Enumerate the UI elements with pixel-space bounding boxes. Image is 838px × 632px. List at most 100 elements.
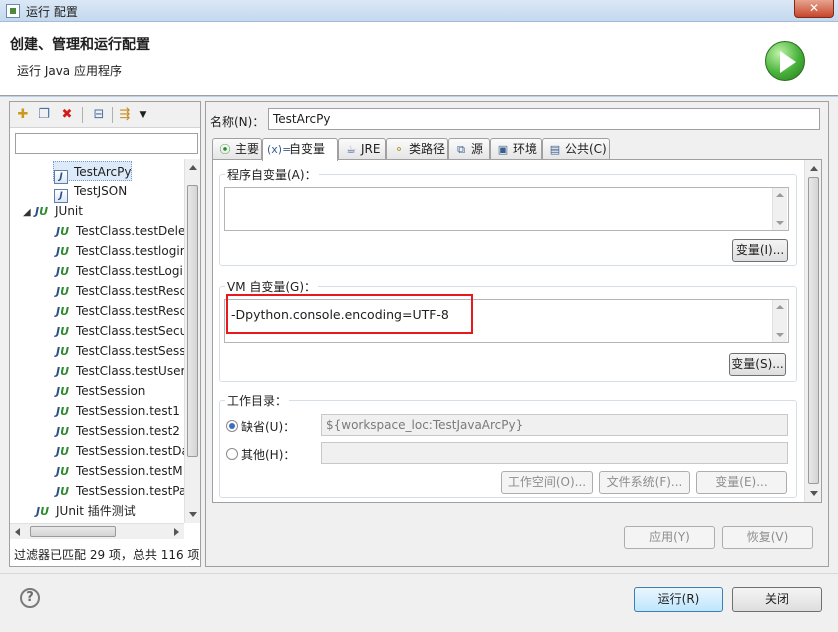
tree-item-testjson[interactable]: J TestJSON [54, 181, 127, 203]
source-tab-icon: ⧉ [457, 143, 465, 156]
tree-item-junit-plugin[interactable]: JU JUnit 插件测试 [36, 501, 136, 521]
tab-arguments[interactable]: (x)=自变量 [262, 138, 338, 161]
default-dir-label: 缺省(U)： [241, 420, 296, 434]
duplicate-config-icon[interactable]: ❐ [35, 106, 53, 124]
vm-args-label: VM 自变量(G)： [225, 278, 319, 295]
toolbar-separator [82, 107, 83, 123]
tab-main[interactable]: ⦿ 主要 [212, 138, 262, 160]
scroll-up-icon[interactable] [810, 166, 818, 171]
collapse-all-icon[interactable]: ⊟ [90, 106, 108, 124]
program-args-label: 程序自变量(A)： [225, 166, 319, 183]
scroll-down-icon[interactable] [810, 491, 818, 496]
arguments-tab-icon: (x)= [267, 143, 292, 156]
vm-args-scrollbar[interactable] [772, 300, 787, 342]
help-icon[interactable]: ? [20, 588, 40, 608]
scroll-down-icon[interactable] [189, 512, 197, 517]
junit-icon: JU [56, 245, 70, 258]
tab-source[interactable]: ⧉ 源 [448, 138, 490, 160]
dialog-header: 创建、管理和运行配置 运行 Java 应用程序 [0, 22, 838, 96]
filesystem-button[interactable]: 文件系统(F)... [599, 471, 690, 494]
apply-button[interactable]: 应用(Y) [624, 526, 715, 549]
junit-icon: JU [56, 225, 70, 238]
tree-item[interactable]: JU TestClass.testResc [56, 281, 184, 301]
tree-item[interactable]: JU TestClass.testSecu [56, 321, 184, 341]
filter-input[interactable] [15, 133, 198, 154]
delete-config-icon[interactable]: ✖ [58, 106, 76, 124]
dialog-footer: ? 运行(R) 关闭 [0, 573, 838, 632]
junit-icon: JU [56, 285, 70, 298]
junit-icon: JU [56, 265, 70, 278]
tree-item[interactable]: JU TestSession.testPa [56, 481, 184, 501]
close-button[interactable]: 关闭 [732, 587, 822, 612]
filter-status-text: 过滤器已匹配 29 项，总共 116 项 [14, 548, 200, 562]
name-label: 名称(N)： [210, 115, 265, 129]
other-dir-radio[interactable] [226, 448, 238, 460]
tree-item[interactable]: JU TestClass.testlogin [56, 241, 184, 261]
tab-jre[interactable]: ☕ JRE [338, 138, 386, 160]
junit-icon: JU [56, 305, 70, 318]
expand-arrow-icon[interactable]: ◢ [23, 203, 35, 223]
tree-item[interactable]: JU TestSession.testDa [56, 441, 184, 461]
tab-common[interactable]: ▤ 公共(C) [542, 138, 610, 160]
default-dir-radio[interactable] [226, 420, 238, 432]
junit-icon: JU [56, 405, 70, 418]
tree-item[interactable]: JU TestSession.test1 [56, 401, 180, 421]
run-banner-icon [765, 41, 805, 81]
scrollbar-thumb[interactable] [808, 177, 819, 484]
jre-tab-icon: ☕ [346, 143, 356, 156]
dialog-subtitle: 运行 Java 应用程序 [17, 64, 122, 78]
program-args-scrollbar[interactable] [772, 188, 787, 230]
title-bar: 运行 配置 ✕ [0, 0, 838, 22]
run-config-app-icon [6, 4, 20, 18]
vm-vars-button[interactable]: 变量(S)... [729, 353, 786, 376]
tree-horizontal-scrollbar[interactable] [10, 523, 184, 539]
config-list-panel: ✚ ❐ ✖ ⊟ ⇶ ▼ J TestArcPy J TestJSON ◢ JU JUni… [9, 101, 201, 567]
variables-button[interactable]: 变量(E)... [696, 471, 787, 494]
tab-vertical-scrollbar[interactable] [804, 160, 821, 502]
program-vars-button[interactable]: 变量(I)... [732, 239, 788, 262]
tree-item[interactable]: JU TestClass.testLogi [56, 261, 183, 281]
junit-icon: JU [56, 485, 70, 498]
scroll-up-icon[interactable] [189, 165, 197, 170]
window-close-button[interactable]: ✕ [794, 0, 834, 18]
tree-vertical-scrollbar[interactable] [184, 159, 200, 523]
filter-menu-chevron-down-icon[interactable]: ▼ [134, 106, 152, 124]
junit-icon: JU [56, 345, 70, 358]
revert-button[interactable]: 恢复(V) [722, 526, 813, 549]
dialog-body: ✚ ❐ ✖ ⊟ ⇶ ▼ J TestArcPy J TestJSON ◢ JU JUni… [0, 97, 838, 573]
toolbar-separator [112, 107, 113, 123]
tree-item[interactable]: JU TestSession [56, 381, 145, 401]
classpath-tab-icon: ⚬ [394, 143, 404, 156]
scrollbar-thumb[interactable] [187, 185, 198, 457]
tree-item[interactable]: JU TestSession.test2 [56, 421, 180, 441]
program-args-textarea[interactable] [224, 187, 789, 231]
scroll-left-icon[interactable] [15, 528, 20, 536]
tree-item[interactable]: JU TestClass.testDele [56, 221, 184, 241]
junit-icon: JU [56, 365, 70, 378]
junit-icon: JU [56, 385, 70, 398]
config-editor-panel: 名称(N)： TestArcPy ⦿ 主要 (x)=自变量 ☕ JRE ⚬ 类路径 ⧉… [205, 101, 829, 567]
new-config-icon[interactable]: ✚ [14, 106, 32, 124]
main-tab-icon: ⦿ [219, 143, 231, 156]
other-dir-input [321, 442, 788, 464]
other-dir-label: 其他(H)： [241, 448, 296, 462]
tree-item-junit[interactable]: ◢ JU JUnit [23, 201, 83, 221]
tab-classpath[interactable]: ⚬ 类路径 [386, 138, 448, 160]
run-button[interactable]: 运行(R) [634, 587, 723, 612]
tab-environment[interactable]: ▣ 环境 [490, 138, 542, 160]
default-dir-input: ${workspace_loc:TestJavaArcPy} [321, 414, 788, 436]
working-dir-label: 工作目录： [225, 392, 290, 409]
annotation-highlight-box [226, 294, 473, 334]
scroll-right-icon[interactable] [174, 528, 179, 536]
config-name-input[interactable]: TestArcPy [268, 108, 820, 130]
filter-icon[interactable]: ⇶ [116, 106, 134, 124]
common-tab-icon: ▤ [549, 143, 561, 156]
tree-item[interactable]: JU TestClass.testUser [56, 361, 184, 381]
tree-item-testarcpy[interactable]: J TestArcPy [53, 161, 133, 184]
tree-item[interactable]: JU TestClass.testResc [56, 301, 184, 321]
scrollbar-thumb[interactable] [30, 526, 116, 537]
tree-item[interactable]: JU TestClass.testSess [56, 341, 184, 361]
environment-tab-icon: ▣ [497, 143, 509, 156]
tree-item[interactable]: JU TestSession.testM [56, 461, 183, 481]
workspace-button[interactable]: 工作空间(O)... [501, 471, 593, 494]
